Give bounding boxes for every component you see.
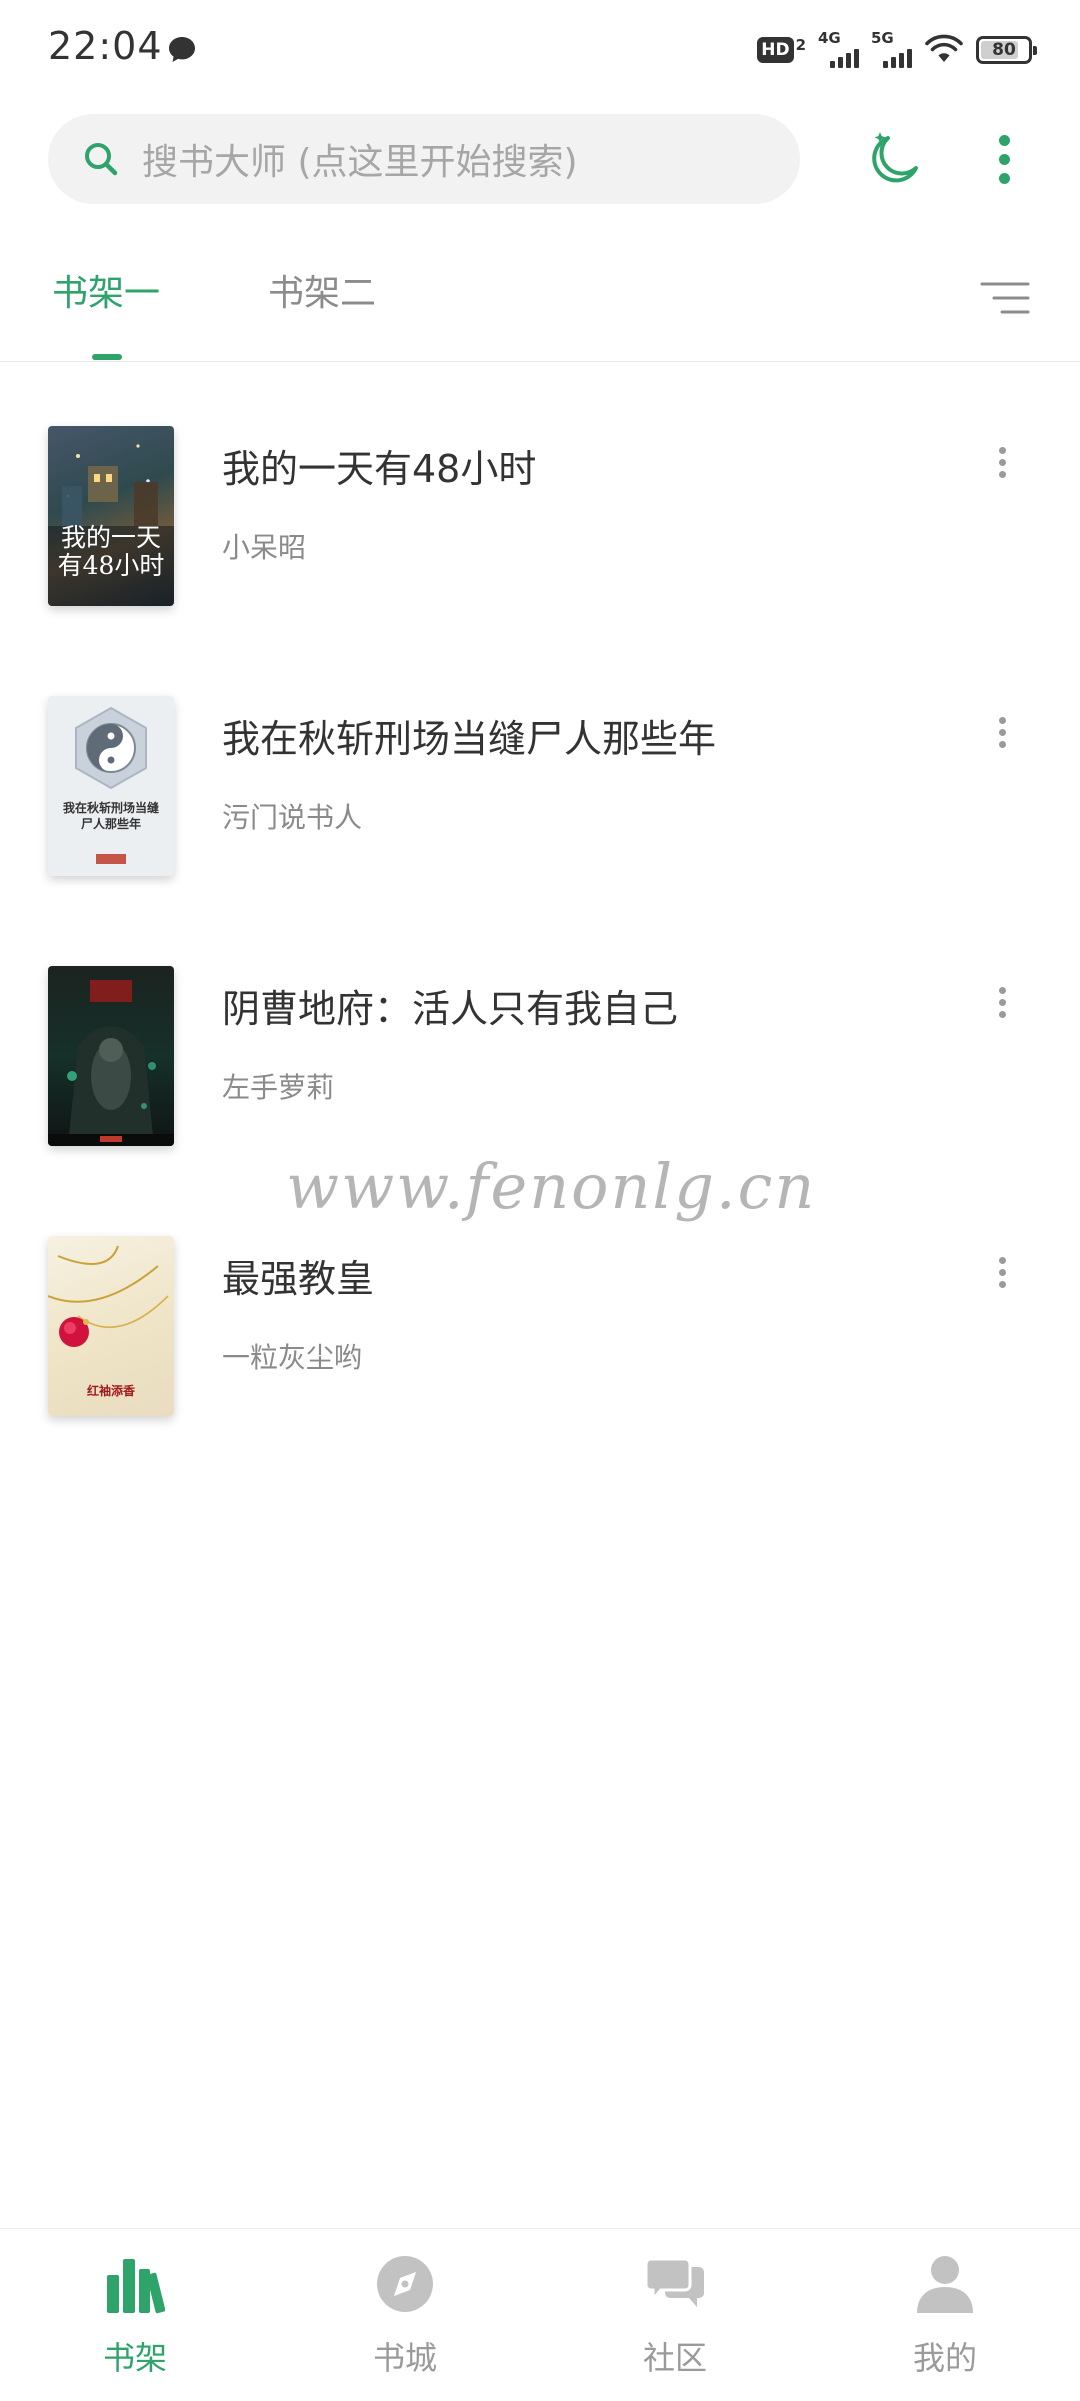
network-5g-label: 5G xyxy=(871,29,894,47)
message-notification-icon xyxy=(169,37,195,62)
cover-title: 我在秋斩刑场当缝 尸人那些年 xyxy=(48,800,174,832)
tab-shelf-two[interactable]: 书架二 xyxy=(268,264,376,324)
book-author: 污门说书人 xyxy=(222,801,363,834)
book-author: 一粒灰尘哟 xyxy=(222,1341,363,1374)
signal-5g-icon: 5G xyxy=(871,30,912,70)
search-placeholder: 搜书大师 (点这里开始搜索) xyxy=(142,142,578,183)
more-dot xyxy=(998,998,1006,1006)
cover-line-2: 尸人那些年 xyxy=(80,817,141,831)
wifi-icon xyxy=(925,34,963,62)
chat-bubbles-icon xyxy=(645,2257,704,2307)
book-author: 左手萝莉 xyxy=(222,1071,335,1104)
more-dot xyxy=(998,134,1010,146)
book-more-button[interactable] xyxy=(984,980,1020,1024)
bookshelf-icon xyxy=(107,2259,165,2314)
book-author: 小呆昭 xyxy=(222,531,307,564)
more-dot xyxy=(998,740,1006,748)
night-mode-button[interactable] xyxy=(860,124,930,194)
nav-label: 书城 xyxy=(372,2339,437,2377)
book-cover[interactable]: 我的一天 有48小时 xyxy=(48,426,174,606)
nav-label: 我的 xyxy=(912,2339,977,2377)
moon-icon xyxy=(872,132,918,183)
more-dot xyxy=(998,728,1006,736)
more-dot xyxy=(998,1256,1006,1264)
nav-item-community[interactable]: 社区 xyxy=(540,2229,810,2401)
more-dot xyxy=(998,153,1010,165)
more-dot xyxy=(998,446,1006,454)
cover-line-1: 我的一天 xyxy=(60,523,161,552)
book-item[interactable]: 阴曹地府：活人只有我自己 左手萝莉 xyxy=(0,930,1080,1170)
hd-voice-icon: HD 2 xyxy=(757,37,806,63)
nav-item-bookshelf[interactable]: 书架 xyxy=(0,2229,270,2401)
more-dot xyxy=(998,172,1010,184)
network-4g-label: 4G xyxy=(818,29,841,47)
status-indicators: HD 2 4G 5G 80 xyxy=(757,28,1037,72)
search-bar[interactable]: 搜书大师 (点这里开始搜索) xyxy=(48,114,800,204)
status-time: 22:04 xyxy=(48,24,163,68)
list-menu-icon[interactable] xyxy=(980,276,1030,320)
more-options-button[interactable] xyxy=(974,124,1034,194)
nav-label: 书架 xyxy=(102,2339,167,2377)
more-dot xyxy=(998,1268,1006,1276)
book-title: 我在秋斩刑场当缝尸人那些年 xyxy=(222,717,717,761)
shelf-tabs: 书架一 书架二 xyxy=(0,240,1080,362)
signal-4g-icon: 4G xyxy=(818,30,859,70)
more-dot xyxy=(998,1010,1006,1018)
tab-active-indicator xyxy=(92,354,122,360)
book-cover[interactable]: 我在秋斩刑场当缝 尸人那些年 xyxy=(48,696,174,876)
status-bar: 22:04 HD 2 4G 5G 80 xyxy=(0,0,1080,100)
nav-item-profile[interactable]: 我的 xyxy=(810,2229,1080,2401)
cover-title: 我的一天 有48小时 xyxy=(48,524,174,580)
more-dot xyxy=(998,470,1006,478)
search-icon xyxy=(85,143,118,176)
battery-icon: 80 xyxy=(976,36,1037,64)
more-dot xyxy=(998,458,1006,466)
more-dot xyxy=(998,716,1006,724)
battery-text: 80 xyxy=(992,39,1016,60)
nav-label: 社区 xyxy=(642,2339,707,2377)
hd-sub-label: 2 xyxy=(795,36,806,54)
book-item[interactable]: 我在秋斩刑场当缝 尸人那些年 我在秋斩刑场当缝尸人那些年 污门说书人 xyxy=(0,660,1080,900)
cover-line-1: 我在秋斩刑场当缝 xyxy=(62,801,159,815)
tab-shelf-one[interactable]: 书架一 xyxy=(52,264,160,324)
cover-art xyxy=(75,706,147,864)
bottom-navigation: 书架 书城 社区 我的 xyxy=(0,2228,1080,2400)
book-title: 我的一天有48小时 xyxy=(222,447,537,491)
more-dot xyxy=(998,1280,1006,1288)
nav-item-bookstore[interactable]: 书城 xyxy=(270,2229,540,2401)
book-more-button[interactable] xyxy=(984,1250,1020,1294)
more-dot xyxy=(998,986,1006,994)
book-cover[interactable] xyxy=(48,966,174,1146)
book-item[interactable]: 我的一天 有48小时 我的一天有48小时 小呆昭 xyxy=(0,390,1080,630)
book-more-button[interactable] xyxy=(984,440,1020,484)
book-title: 阴曹地府：活人只有我自己 xyxy=(222,987,679,1031)
compass-icon xyxy=(377,2256,433,2312)
book-title: 最强教皇 xyxy=(222,1257,375,1301)
hd-label: HD xyxy=(757,37,794,63)
cover-publisher: 红袖添香 xyxy=(86,1384,135,1398)
book-more-button[interactable] xyxy=(984,710,1020,754)
cover-line-2: 有48小时 xyxy=(57,551,165,580)
book-cover[interactable]: 红袖添香 xyxy=(48,1236,174,1416)
watermark: www.fenonlg.cn xyxy=(286,1150,817,1223)
cover-art xyxy=(48,980,174,1146)
person-icon xyxy=(917,2256,973,2313)
book-item[interactable]: 红袖添香 最强教皇 一粒灰尘哟 xyxy=(0,1200,1080,1440)
